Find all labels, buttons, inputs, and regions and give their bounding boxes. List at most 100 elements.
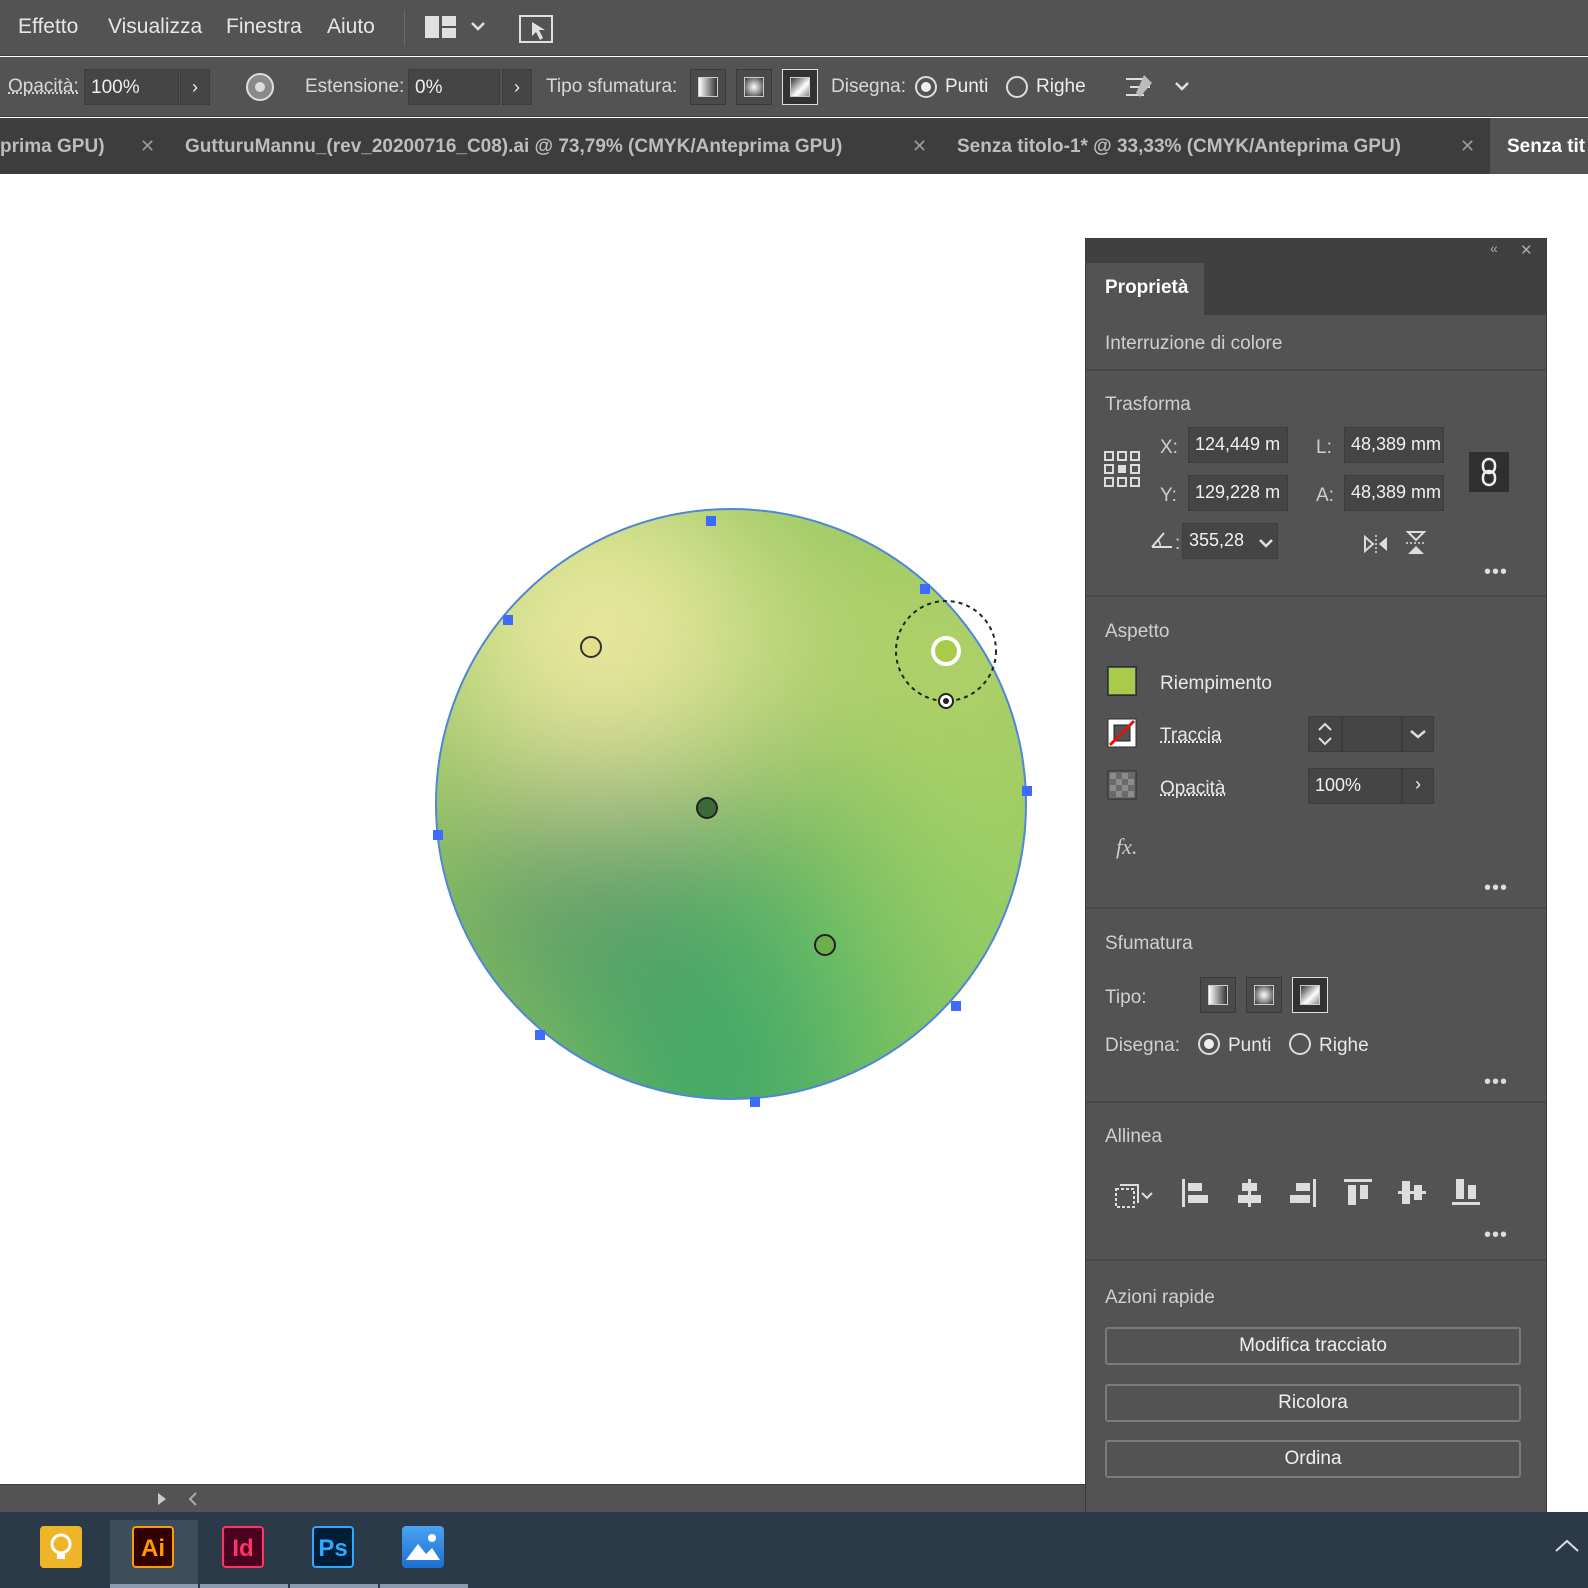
stroke-label[interactable]: Traccia (1160, 725, 1222, 747)
linear-gradient-button[interactable] (690, 69, 726, 105)
divider (1086, 1101, 1546, 1103)
tab-properties[interactable]: Proprietà (1086, 263, 1204, 315)
angle-icon (1151, 532, 1172, 548)
photos-icon (402, 1526, 444, 1568)
recolor-button[interactable]: Ricolora (1105, 1384, 1521, 1422)
stroke-weight-dropdown[interactable] (1402, 716, 1434, 752)
align-to-selection-icon[interactable] (1112, 1179, 1156, 1211)
taskbar-app-photos[interactable] (380, 1520, 468, 1588)
flip-horizontal-icon[interactable] (1362, 533, 1390, 555)
freeform-gradient-button[interactable] (1292, 977, 1328, 1013)
align-bottom-icon[interactable] (1450, 1177, 1482, 1207)
tab-document-2[interactable]: GutturuMannu_(rev_20200716_C08).ai @ 73,… (185, 118, 897, 174)
running-indicator (200, 1584, 288, 1588)
radial-gradient-button[interactable] (1246, 977, 1282, 1013)
taskbar-app-lightbulb[interactable] (18, 1520, 106, 1588)
chevron-up-icon[interactable] (1554, 1538, 1580, 1554)
width-field[interactable]: 48,389 mm (1344, 427, 1444, 463)
color-stop[interactable] (814, 934, 836, 956)
y-field[interactable]: 129,228 m (1188, 475, 1288, 511)
reference-point-icon[interactable] (1104, 451, 1140, 487)
opacity-field[interactable]: 100% (84, 69, 179, 105)
chevron-down-icon[interactable] (470, 20, 486, 32)
extension-expand-button[interactable]: › (502, 69, 532, 105)
divider (1086, 369, 1546, 371)
angle-value: 355,28 (1189, 530, 1245, 550)
flip-vertical-icon[interactable] (1404, 529, 1428, 557)
more-options-icon[interactable]: ••• (1484, 1224, 1508, 1247)
draw-lines-radio[interactable] (1006, 76, 1028, 98)
link-icon[interactable] (1469, 452, 1509, 492)
tab-label: Senza titolo-1* @ 33,33% (CMYK/Anteprima… (957, 136, 1401, 157)
opacity-field[interactable]: 100% (1308, 768, 1402, 804)
more-options-icon[interactable]: ••• (1484, 1071, 1508, 1094)
linear-gradient-button[interactable] (1200, 977, 1236, 1013)
opacity-label[interactable]: Opacità (1160, 778, 1225, 800)
taskbar-app-photoshop[interactable]: Ps (290, 1520, 378, 1588)
align-vertical-center-icon[interactable] (1396, 1177, 1428, 1207)
chevron-down-icon[interactable] (1258, 537, 1274, 549)
close-icon[interactable]: ✕ (912, 136, 927, 157)
x-field[interactable]: 124,449 m (1188, 427, 1288, 463)
radial-gradient-button[interactable] (736, 69, 772, 105)
recolor-wheel-icon[interactable] (244, 71, 276, 103)
color-stop[interactable] (580, 636, 602, 658)
fill-swatch[interactable] (1107, 666, 1137, 696)
align-left-icon[interactable] (1180, 1177, 1210, 1209)
edit-path-button[interactable]: Modifica tracciato (1105, 1327, 1521, 1365)
extension-field[interactable]: 0% (408, 69, 500, 105)
scroll-left-icon[interactable] (188, 1492, 198, 1506)
menu-effetto[interactable]: Effetto (18, 15, 78, 39)
align-right-icon[interactable] (1288, 1177, 1318, 1209)
tab-document-3[interactable]: Senza titolo-1* @ 33,33% (CMYK/Anteprima… (957, 118, 1437, 174)
artwork[interactable] (0, 174, 1085, 1484)
color-stop[interactable] (696, 797, 718, 819)
running-indicator (290, 1584, 378, 1588)
tab-document-active[interactable]: Senza tit (1490, 118, 1588, 174)
divider (1086, 595, 1546, 597)
menu-finestra[interactable]: Finestra (226, 15, 302, 39)
illustrator-icon: Ai (132, 1526, 174, 1568)
opacity-expand-button[interactable]: › (180, 69, 210, 105)
touch-workspace-icon[interactable] (518, 12, 554, 44)
freeform-gradient-button[interactable] (782, 69, 818, 105)
freeform-gradient-circle[interactable] (420, 464, 1085, 1234)
draw-points-radio[interactable] (915, 76, 937, 98)
menu-aiuto[interactable]: Aiuto (327, 15, 375, 39)
stroke-none-swatch-icon[interactable] (1107, 718, 1137, 748)
draw-label: Disegna: (831, 76, 906, 97)
taskbar-app-illustrator[interactable]: Ai (110, 1520, 198, 1588)
tab-label: prima GPU) (0, 136, 105, 157)
collapse-icon[interactable]: « (1490, 240, 1498, 256)
transform-options-icon[interactable] (1122, 71, 1156, 103)
draw-points-label: Punti (1228, 1035, 1272, 1056)
more-options-icon[interactable]: ••• (1484, 561, 1508, 584)
align-horizontal-center-icon[interactable] (1234, 1177, 1264, 1209)
tab-document-1[interactable]: prima GPU) (0, 118, 138, 174)
draw-points-radio[interactable] (1198, 1033, 1220, 1055)
menu-visualizza[interactable]: Visualizza (108, 15, 202, 39)
color-stop-selected[interactable] (931, 636, 961, 666)
close-icon[interactable]: ✕ (140, 136, 155, 157)
fx-icon[interactable]: fx. (1116, 834, 1137, 860)
arrange-button[interactable]: Ordina (1105, 1440, 1521, 1478)
workspace-layout-icon[interactable] (424, 15, 458, 39)
draw-lines-radio[interactable] (1289, 1033, 1311, 1055)
taskbar-app-indesign[interactable]: Id (200, 1520, 288, 1588)
fill-label[interactable]: Riempimento (1160, 673, 1272, 695)
align-top-icon[interactable] (1342, 1177, 1374, 1207)
context-label: Interruzione di colore (1105, 333, 1283, 354)
opacity-checker-icon (1107, 770, 1137, 800)
play-icon[interactable] (156, 1492, 168, 1506)
height-label: A: (1316, 485, 1334, 506)
stroke-weight-stepper[interactable] (1308, 716, 1342, 752)
stroke-weight-field[interactable] (1342, 716, 1402, 752)
close-icon[interactable]: ✕ (1460, 136, 1475, 157)
os-taskbar: Ai Id Ps (0, 1512, 1588, 1588)
menu-separator (404, 10, 405, 46)
opacity-expand-button[interactable]: › (1402, 768, 1434, 804)
height-field[interactable]: 48,389 mm (1344, 475, 1444, 511)
more-options-icon[interactable]: ••• (1484, 877, 1508, 900)
close-icon[interactable]: ✕ (1520, 241, 1533, 259)
chevron-down-icon[interactable] (1174, 80, 1190, 92)
